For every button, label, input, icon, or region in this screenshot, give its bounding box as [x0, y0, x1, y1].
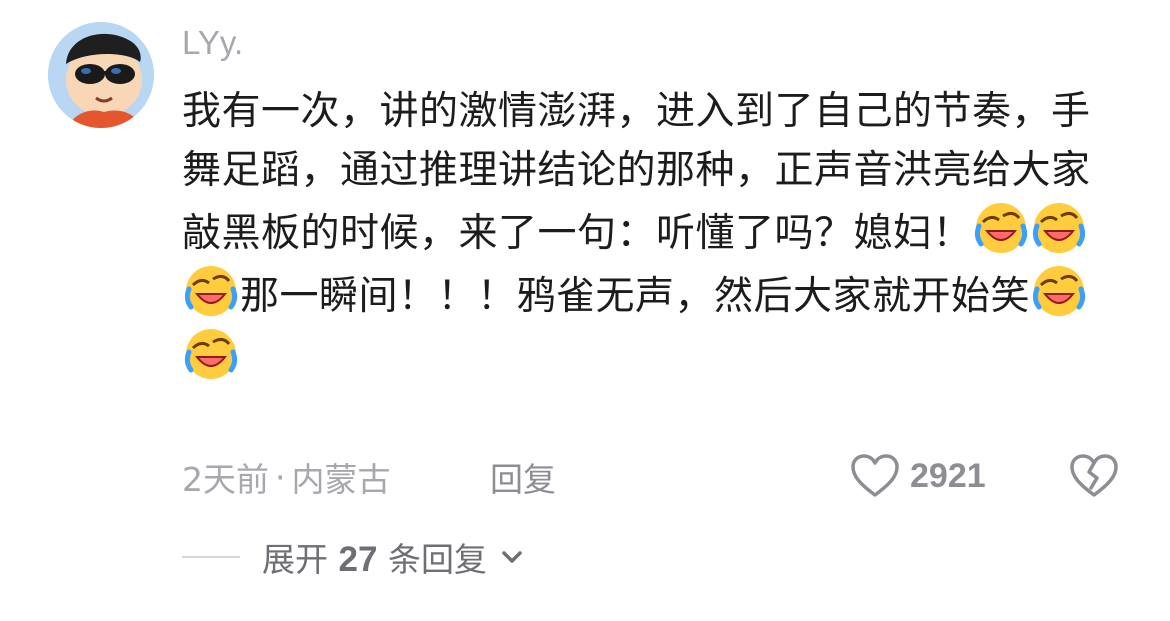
expand-replies-label: 展开 27 条回复: [262, 533, 487, 581]
rolling-on-floor-laughing-icon: [183, 263, 239, 319]
divider: [182, 556, 240, 558]
like-button[interactable]: 2921: [850, 450, 986, 502]
expand-replies-button[interactable]: 展开 27 条回复: [182, 530, 527, 584]
chevron-down-icon: [502, 551, 522, 563]
reply-button[interactable]: 回复: [490, 452, 556, 502]
comment-meta: 2天前 · 内蒙古: [182, 452, 391, 502]
comment-card: LYy. 我有一次，讲的激情澎湃，进入到了自己的节奏，手舞足蹈，通过推理讲结论的…: [0, 0, 1170, 621]
rolling-on-floor-laughing-icon: [973, 200, 1029, 256]
heart-outline-icon: [851, 454, 899, 497]
rolling-on-floor-laughing-icon: [183, 326, 239, 382]
broken-heart-icon: [1070, 454, 1118, 497]
comment-text: 我有一次，讲的激情澎湃，进入到了自己的节奏，手舞足蹈，通过推理讲结论的那种，正声…: [182, 82, 1112, 389]
like-count: 2921: [910, 456, 986, 495]
comment-time: 2天前: [182, 460, 269, 499]
meta-separator: ·: [275, 457, 286, 497]
comment-text-part2: 那一瞬间！！！鸦雀无声，然后大家就开始笑: [240, 274, 1031, 319]
avatar[interactable]: [48, 22, 154, 128]
avatar-image: [48, 22, 154, 128]
expand-suffix: 条回复: [387, 540, 487, 579]
rolling-on-floor-laughing-icon: [1031, 263, 1087, 319]
dislike-button[interactable]: [1068, 450, 1120, 502]
expand-prefix: 展开: [262, 540, 328, 579]
rolling-on-floor-laughing-icon: [1031, 200, 1087, 256]
comment-location: 内蒙古: [291, 460, 391, 499]
comment-text-part1: 我有一次，讲的激情澎湃，进入到了自己的节奏，手舞足蹈，通过推理讲结论的那种，正声…: [182, 89, 1091, 256]
reply-count: 27: [338, 540, 378, 579]
username[interactable]: LYy.: [182, 24, 243, 62]
